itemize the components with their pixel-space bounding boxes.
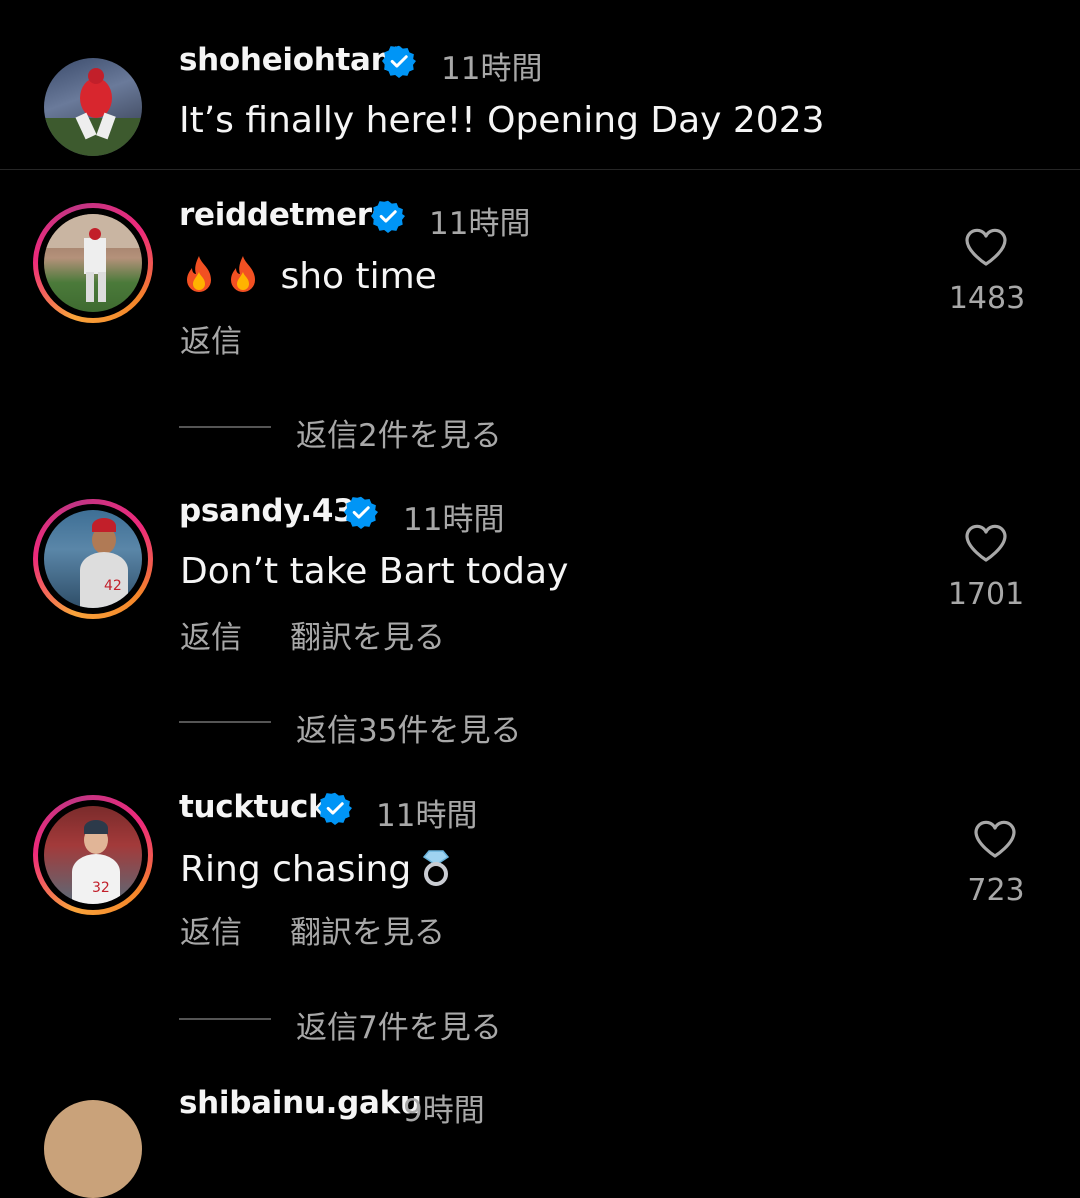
- comment-time: 11時間: [403, 502, 505, 538]
- avatar-story-ring[interactable]: 42: [33, 499, 153, 619]
- caption-text: It’s finally here!! Opening Day 2023: [179, 100, 825, 141]
- heart-icon[interactable]: [964, 523, 1008, 563]
- comment-time: 11時間: [376, 798, 478, 834]
- reply-button[interactable]: 返信: [180, 316, 242, 361]
- avatar-photo: [44, 214, 142, 302]
- avatar-psandy43: 42: [44, 510, 142, 608]
- comment-text-body: Ring chasing: [180, 849, 412, 890]
- comment-username[interactable]: shibainu.gaku: [179, 1085, 422, 1121]
- svg-text:32: 32: [92, 880, 110, 896]
- avatar-photo: [44, 68, 142, 156]
- see-translation-button[interactable]: 翻訳を見る: [290, 612, 445, 657]
- fire-emoji: [231, 256, 255, 292]
- avatar-story-ring[interactable]: 32: [33, 795, 153, 915]
- comment-username[interactable]: tucktuck: [179, 789, 329, 825]
- comment-text: sho time: [181, 254, 437, 297]
- comment-text-body: sho time: [280, 256, 437, 297]
- like-count: 1701: [947, 577, 1025, 612]
- replies-divider: [179, 1018, 271, 1020]
- comment-username[interactable]: reiddetmers: [179, 197, 390, 233]
- comment-text: Don’t take Bart today: [180, 551, 569, 592]
- heart-icon[interactable]: [973, 819, 1017, 859]
- view-replies-button[interactable]: 返信2件を見る: [296, 410, 502, 455]
- comment-time: 11時間: [429, 206, 531, 242]
- avatar-story-ring[interactable]: [33, 203, 153, 323]
- avatar-shoheiohtani[interactable]: [44, 58, 142, 156]
- view-replies-button[interactable]: 返信7件を見る: [296, 1002, 502, 1047]
- like-count: 723: [967, 873, 1025, 908]
- post-caption: shoheiohtani 11時間 It’s finally here!! Op…: [0, 0, 1080, 170]
- caption-username[interactable]: shoheiohtani: [179, 42, 403, 78]
- heart-icon[interactable]: [964, 227, 1008, 267]
- comment-username[interactable]: psandy.43: [179, 493, 355, 529]
- like-count: 1483: [948, 281, 1026, 316]
- verified-badge-icon: [382, 45, 416, 78]
- avatar-reiddetmers: [44, 214, 142, 312]
- ring-emoji: [423, 850, 450, 886]
- avatar-photo: 42: [80, 518, 128, 608]
- svg-text:42: 42: [104, 578, 122, 594]
- replies-divider: [179, 721, 271, 723]
- verified-badge-icon: [318, 792, 352, 825]
- verified-badge-icon: [344, 496, 378, 529]
- replies-divider: [179, 426, 271, 428]
- avatar-photo: 32: [72, 820, 120, 904]
- caption-time: 11時間: [441, 51, 543, 87]
- see-translation-button[interactable]: 翻訳を見る: [290, 907, 445, 952]
- avatar-shibainu-gaku[interactable]: [44, 1100, 142, 1198]
- reply-button[interactable]: 返信: [180, 612, 242, 657]
- comment-text: Ring chasing: [180, 847, 453, 890]
- avatar-tucktuck: 32: [44, 806, 142, 904]
- reply-button[interactable]: 返信: [180, 907, 242, 952]
- fire-emoji: [187, 256, 211, 292]
- verified-badge-icon: [371, 200, 405, 233]
- view-replies-button[interactable]: 返信35件を見る: [296, 705, 521, 750]
